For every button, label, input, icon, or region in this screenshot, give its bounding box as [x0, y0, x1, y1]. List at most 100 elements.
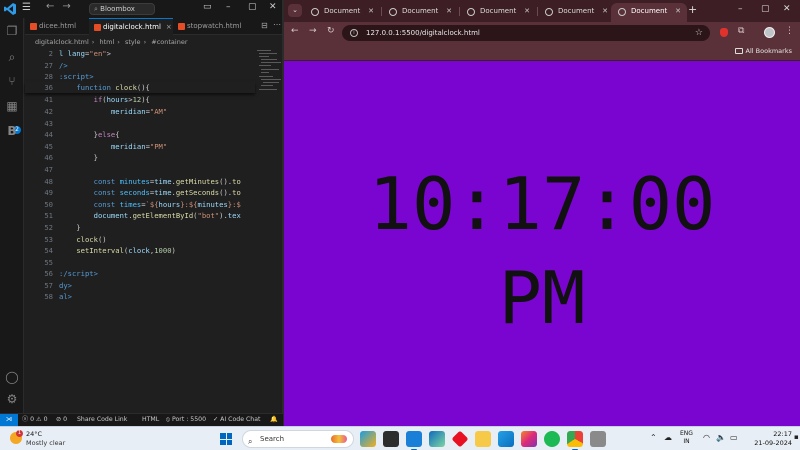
browser-tab[interactable]: Document ✕	[382, 3, 458, 22]
new-tab-icon[interactable]: +	[688, 3, 697, 16]
maximize-icon[interactable]: ▢	[761, 4, 770, 14]
code-line[interactable]: }else{	[59, 129, 255, 141]
onedrive-icon[interactable]: ☁	[664, 433, 672, 442]
code-line[interactable]: }	[59, 152, 255, 164]
tab-stopwatch[interactable]: stopwatch.html	[173, 18, 253, 35]
sticky-scroll-line[interactable]: 36 function clock(){	[25, 82, 255, 93]
code-line[interactable]: setInterval(clock,1000)	[59, 245, 255, 257]
red-app-icon[interactable]	[451, 430, 469, 448]
instagram-icon[interactable]	[521, 431, 537, 447]
code-line[interactable]: clock()	[59, 234, 255, 246]
address-bar[interactable]: i 127.0.0.1:5500/digitalclock.html ☆	[342, 25, 710, 41]
tray-overflow-icon[interactable]: ⌃	[650, 433, 657, 442]
task-view-icon[interactable]	[383, 431, 399, 447]
code-editor[interactable]: 2272836414243444546474849505152535455565…	[25, 48, 255, 412]
profile-avatar[interactable]	[764, 27, 775, 38]
tab-close-icon[interactable]: ×	[166, 23, 172, 31]
notifications-bell-icon[interactable]: 🔔	[270, 414, 278, 426]
extension-icon[interactable]	[720, 28, 728, 37]
remote-indicator-icon[interactable]: ⋊	[0, 414, 18, 426]
browser-tab[interactable]: Document ✕	[460, 3, 536, 22]
maximize-icon[interactable]: ▢	[248, 2, 257, 12]
all-bookmarks-button[interactable]: All Bookmarks	[734, 47, 792, 55]
file-explorer-icon[interactable]	[475, 431, 491, 447]
store-icon[interactable]	[498, 431, 514, 447]
code-line[interactable]: document.getElementById("bot").tex	[59, 210, 255, 222]
vscode-taskbar-icon[interactable]	[406, 431, 422, 450]
taskbar-search[interactable]: ⌕ Search	[242, 430, 354, 448]
minimize-icon[interactable]: –	[226, 2, 231, 12]
forward-icon[interactable]: →	[309, 26, 317, 36]
code-line[interactable]: :/script>	[59, 268, 255, 280]
breadcrumb-container[interactable]: #container	[151, 38, 187, 46]
breadcrumb-html[interactable]: html	[99, 38, 114, 46]
tab-search-icon[interactable]: ⌄	[288, 4, 302, 17]
extensions-icon[interactable]: ▦	[5, 99, 19, 113]
chrome-menu-icon[interactable]: ⋮	[785, 26, 794, 36]
code-line[interactable]: al>	[59, 291, 255, 303]
browser-tab-active[interactable]: Document ✕	[611, 3, 687, 22]
code-line[interactable]: }	[59, 222, 255, 234]
account-icon[interactable]: ◯	[5, 370, 19, 384]
minimap[interactable]	[255, 48, 283, 108]
language-indicator[interactable]: ENG IN	[680, 430, 693, 446]
code-line[interactable]: const minutes=time.getMinutes().to	[59, 176, 255, 188]
code-line[interactable]: if(hours>12){	[59, 94, 255, 106]
code-line[interactable]: l lang="en">	[59, 48, 255, 60]
tab-close-icon[interactable]: ✕	[368, 3, 374, 20]
blackbox-icon[interactable]: B	[5, 124, 19, 138]
battery-icon[interactable]: ▭	[730, 433, 738, 442]
edge-icon[interactable]	[429, 431, 445, 447]
tab-close-icon[interactable]: ✕	[446, 3, 452, 20]
live-server-port[interactable]: ⦸ Port : 5500	[166, 414, 206, 426]
menu-icon[interactable]: ☰	[22, 2, 31, 13]
notification-icon[interactable]: ▪	[794, 433, 799, 441]
reload-icon[interactable]: ↻	[327, 26, 335, 36]
search-icon[interactable]: ⌕	[5, 50, 19, 64]
tab-dicee[interactable]: dicee.html	[25, 18, 87, 35]
volume-icon[interactable]: 🔈	[716, 433, 726, 442]
more-actions-icon[interactable]: ⋯	[273, 20, 281, 29]
close-icon[interactable]: ✕	[783, 4, 791, 14]
code-line[interactable]: dy>	[59, 280, 255, 292]
layout-icon[interactable]: ▭	[203, 2, 212, 12]
close-icon[interactable]: ✕	[269, 2, 277, 12]
ai-code-chat[interactable]: ✓ AI Code Chat	[213, 414, 260, 426]
tab-close-icon[interactable]: ✕	[602, 3, 608, 20]
site-info-icon[interactable]: i	[350, 29, 358, 37]
extensions-puzzle-icon[interactable]: ⧉	[738, 26, 744, 36]
windows-start-icon[interactable]	[220, 433, 232, 445]
split-editor-icon[interactable]: ⊟	[261, 21, 268, 30]
code-line[interactable]	[59, 257, 255, 269]
settings-gear-icon[interactable]: ⚙	[5, 392, 19, 406]
system-clock[interactable]: 22:17 21-09-2024	[752, 430, 792, 448]
browser-tab[interactable]: Document ✕	[304, 3, 380, 22]
spotify-icon[interactable]	[544, 431, 560, 447]
wifi-icon[interactable]: ◠	[703, 433, 710, 442]
nav-arrows-icon[interactable]: ←→	[46, 1, 79, 12]
back-icon[interactable]: ←	[291, 26, 299, 36]
source-control-icon[interactable]: ⑂	[5, 74, 19, 88]
bookmark-star-icon[interactable]: ☆	[695, 25, 703, 41]
command-center-search[interactable]: ⌕ Bloombox	[89, 3, 155, 15]
share-code-link[interactable]: Share Code Link	[77, 414, 127, 426]
errors-status[interactable]: ⓧ 0 ⚠ 0	[22, 414, 48, 426]
ports-status[interactable]: ⊘ 0	[56, 414, 67, 426]
weather-widget[interactable]: 1 24°C Mostly clear	[10, 430, 70, 448]
browser-tab[interactable]: Document ✕	[538, 3, 614, 22]
language-mode[interactable]: HTML	[142, 414, 159, 426]
code-line[interactable]	[59, 118, 255, 130]
code-line[interactable]: meridian="AM"	[59, 106, 255, 118]
minimize-icon[interactable]: –	[738, 4, 743, 14]
code-line[interactable]: />	[59, 60, 255, 72]
code-line[interactable]: meridian="PM"	[59, 141, 255, 153]
explorer-icon[interactable]: ❐	[5, 24, 19, 38]
copilot-icon[interactable]	[360, 431, 376, 447]
app-icon[interactable]	[590, 431, 606, 447]
breadcrumb-file[interactable]: digitalclock.html	[35, 38, 89, 46]
code-line[interactable]: const seconds=time.getSeconds().to	[59, 187, 255, 199]
code-line[interactable]: const times=`${hours}:${minutes}:$	[59, 199, 255, 211]
tab-digitalclock[interactable]: digitalclock.html ×	[89, 18, 173, 35]
breadcrumb-style[interactable]: style	[125, 38, 141, 46]
tab-close-icon[interactable]: ✕	[675, 3, 681, 20]
